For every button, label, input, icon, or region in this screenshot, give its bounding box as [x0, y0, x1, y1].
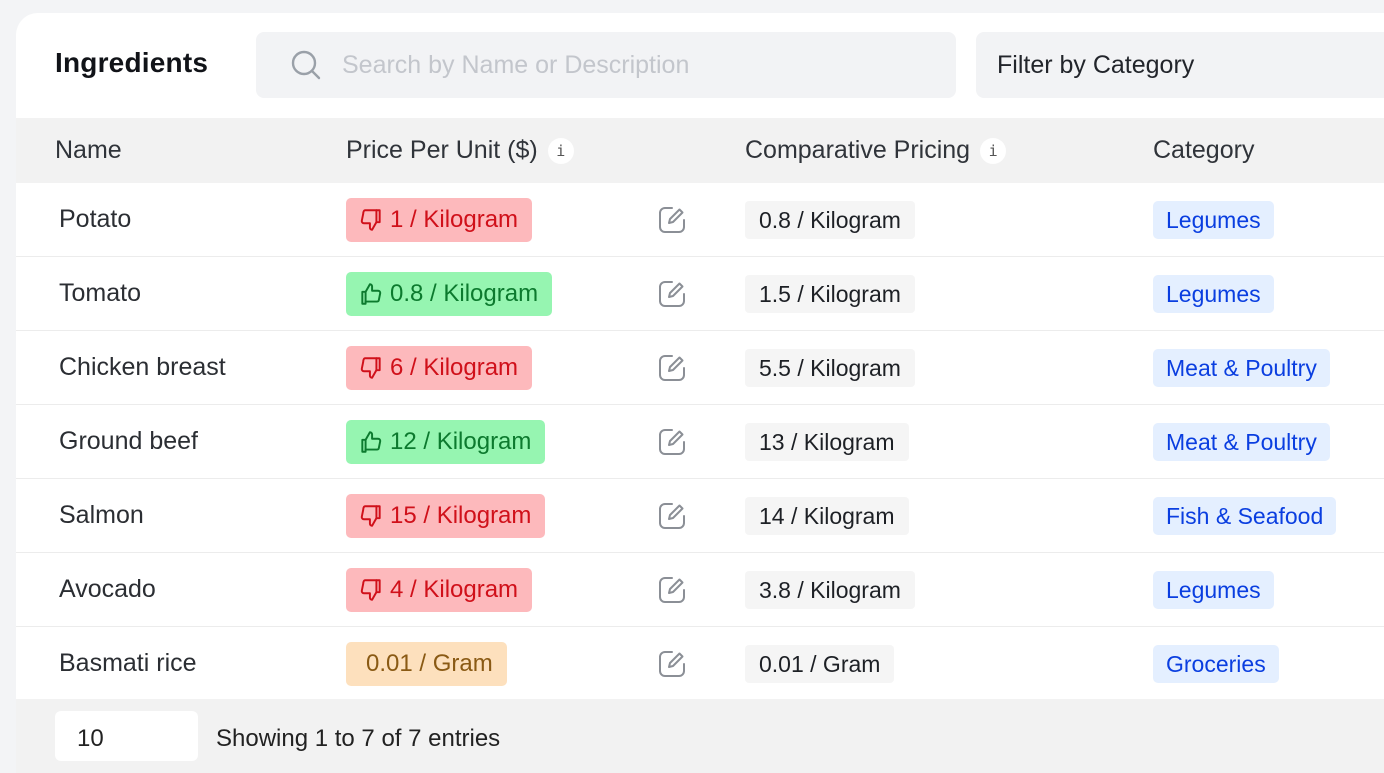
price-value: 0.01 / Gram	[366, 650, 493, 677]
category-badge: Meat & Poultry	[1153, 423, 1330, 461]
comparative-price: 1.5 / Kilogram	[745, 275, 915, 313]
table-row: Potato 1 / Kilogram 0.8 / Kilogram Legumes	[16, 183, 1384, 257]
search-icon	[291, 50, 321, 80]
column-header-category[interactable]: Category	[1153, 136, 1254, 165]
comparative-price: 14 / Kilogram	[745, 497, 909, 535]
column-header-price[interactable]: Price Per Unit ($) i	[346, 136, 574, 165]
ingredient-name: Basmati rice	[59, 649, 197, 677]
ingredient-name: Salmon	[59, 501, 144, 529]
thumbs-down-icon	[358, 577, 384, 603]
edit-icon[interactable]	[656, 574, 688, 606]
column-header-name-label: Name	[55, 136, 122, 164]
price-badge: 12 / Kilogram	[346, 420, 546, 464]
entries-summary: Showing 1 to 7 of 7 entries	[216, 725, 501, 752]
ingredient-name: Avocado	[59, 575, 156, 603]
thumbs-down-icon	[358, 355, 384, 381]
table-row: Basmati rice 0.01 / Gram 0.01 / Gram Grocer…	[16, 627, 1384, 701]
table-row: Ground beef 12 / Kilogram 13 / Kilogram Mea…	[16, 405, 1384, 479]
ingredient-name: Tomato	[59, 279, 141, 307]
ingredient-name: Chicken breast	[59, 353, 226, 381]
ingredients-panel: Ingredients Filter by Category Name Pric…	[16, 13, 1384, 773]
column-header-comparative[interactable]: Comparative Pricing i	[745, 136, 1007, 165]
search-input[interactable]	[342, 32, 932, 98]
search-box[interactable]	[256, 32, 956, 98]
column-header-price-label: Price Per Unit ($)	[346, 136, 538, 164]
category-badge: Legumes	[1153, 201, 1274, 239]
price-value: 12 / Kilogram	[390, 428, 532, 455]
price-badge: 6 / Kilogram	[346, 346, 533, 390]
category-badge: Meat & Poultry	[1153, 349, 1330, 387]
category-badge: Groceries	[1153, 645, 1279, 683]
comparative-price: 0.01 / Gram	[745, 645, 895, 683]
edit-icon[interactable]	[656, 204, 688, 236]
category-badge: Fish & Seafood	[1153, 497, 1337, 535]
table-header: Name Price Per Unit ($) i Comparative Pr…	[16, 118, 1384, 183]
table-footer: 10 Showing 1 to 7 of 7 entries	[16, 699, 1384, 773]
price-value: 15 / Kilogram	[390, 502, 532, 529]
price-value: 0.8 / Kilogram	[390, 280, 539, 307]
category-badge: Legumes	[1153, 571, 1274, 609]
ingredient-name: Potato	[59, 205, 132, 233]
table-row: Chicken breast 6 / Kilogram 5.5 / Kilogram…	[16, 331, 1384, 405]
page-title: Ingredients	[55, 47, 209, 78]
price-badge: 1 / Kilogram	[346, 198, 533, 242]
comparative-price: 5.5 / Kilogram	[745, 349, 915, 387]
comparative-price: 13 / Kilogram	[745, 423, 909, 461]
toolbar: Ingredients Filter by Category	[16, 13, 1384, 118]
page-size-select[interactable]: 10	[55, 711, 198, 761]
table-row: Tomato 0.8 / Kilogram 1.5 / Kilogram Legume…	[16, 257, 1384, 331]
column-header-name[interactable]: Name	[55, 136, 122, 165]
comparative-price: 0.8 / Kilogram	[745, 201, 915, 239]
info-icon[interactable]: i	[547, 137, 574, 164]
category-filter-label: Filter by Category	[997, 51, 1195, 79]
column-header-category-label: Category	[1153, 136, 1255, 164]
column-header-comparative-label: Comparative Pricing	[745, 136, 971, 164]
price-badge: 0.8 / Kilogram	[346, 272, 553, 316]
price-badge: 0.01 / Gram	[346, 642, 507, 686]
price-badge: 15 / Kilogram	[346, 494, 546, 538]
thumbs-up-icon	[358, 281, 384, 307]
price-value: 4 / Kilogram	[390, 576, 519, 603]
thumbs-up-icon	[358, 429, 384, 455]
price-value: 1 / Kilogram	[390, 206, 519, 233]
edit-icon[interactable]	[656, 278, 688, 310]
price-value: 6 / Kilogram	[390, 354, 519, 381]
info-icon[interactable]: i	[980, 137, 1007, 164]
comparative-price: 3.8 / Kilogram	[745, 571, 915, 609]
thumbs-down-icon	[358, 503, 384, 529]
price-badge: 4 / Kilogram	[346, 568, 533, 612]
category-badge: Legumes	[1153, 275, 1274, 313]
edit-icon[interactable]	[656, 426, 688, 458]
edit-icon[interactable]	[656, 500, 688, 532]
table-row: Avocado 4 / Kilogram 3.8 / Kilogram Legumes	[16, 553, 1384, 627]
thumbs-down-icon	[358, 207, 384, 233]
ingredient-name: Ground beef	[59, 427, 198, 455]
edit-icon[interactable]	[656, 352, 688, 384]
table-row: Salmon 15 / Kilogram 14 / Kilogram Fish & S…	[16, 479, 1384, 553]
edit-icon[interactable]	[656, 648, 688, 680]
category-filter-select[interactable]: Filter by Category	[976, 32, 1384, 98]
